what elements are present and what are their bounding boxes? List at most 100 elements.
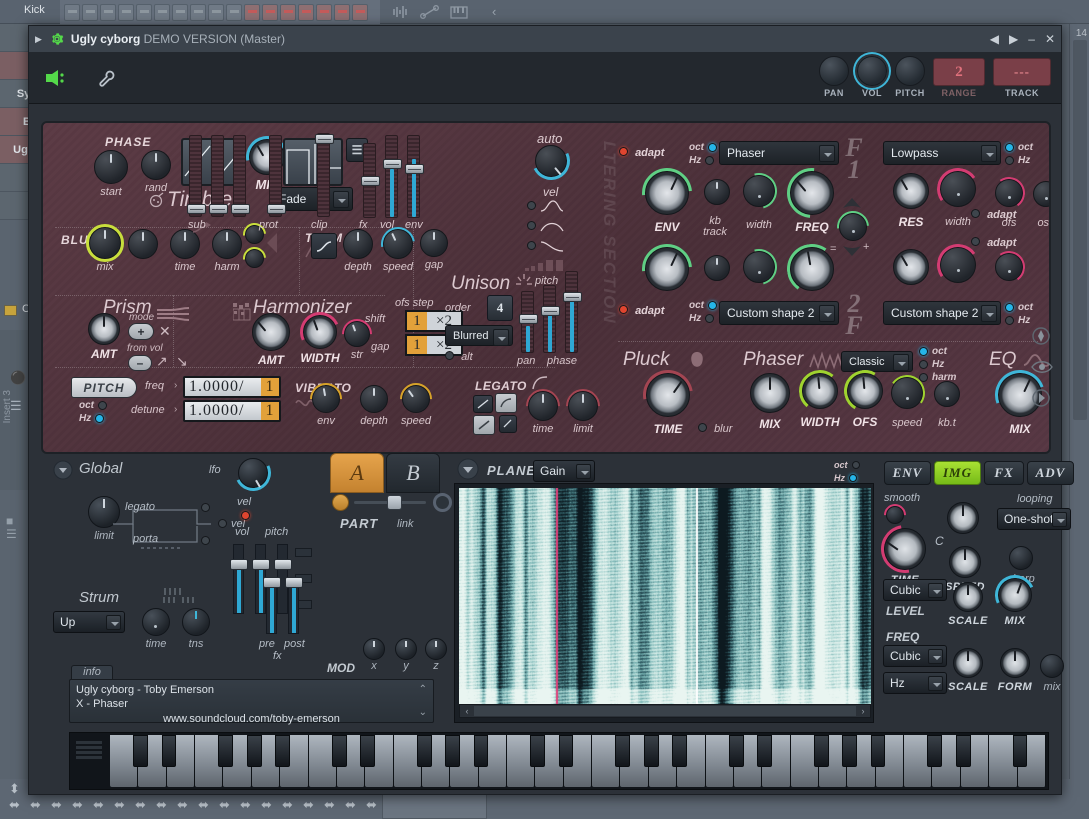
chevron-down-icon[interactable]: [928, 676, 943, 691]
vel-curve-row-2[interactable]: [527, 219, 565, 233]
filter-right-unit-radios-2[interactable]: oct Hz: [1005, 301, 1033, 327]
mixer-icon[interactable]: ⚫: [10, 370, 26, 386]
prism-mode-plus-button[interactable]: +: [128, 323, 154, 340]
pitch-knob-group[interactable]: PITCH: [895, 56, 925, 98]
unison-pan-slider[interactable]: [519, 291, 538, 353]
global-vel-mod-led[interactable]: [241, 511, 250, 523]
track-group[interactable]: --- TRACK: [993, 58, 1051, 98]
filter-ofs-knob-2[interactable]: [989, 248, 1029, 286]
black-key-1[interactable]: [161, 735, 177, 768]
black-key-18[interactable]: [842, 735, 858, 768]
unison-alt-toggle[interactable]: alt: [445, 351, 473, 363]
phaser-kbt-knob[interactable]: kb.t: [927, 381, 967, 429]
sub-slider-3[interactable]: [231, 135, 250, 217]
pattern-step-4[interactable]: [136, 4, 152, 21]
plane-collapse-button[interactable]: [457, 458, 479, 483]
pitch-oct-radio[interactable]: oct: [79, 399, 107, 412]
unison-alt-led[interactable]: [445, 351, 454, 360]
scroll-right-arrow[interactable]: ›: [856, 706, 870, 716]
black-key-22[interactable]: [1012, 735, 1028, 768]
post-fx-fader[interactable]: [285, 577, 303, 634]
pattern-step-0[interactable]: [64, 4, 80, 21]
info-scroll-up[interactable]: ⌃: [419, 683, 427, 697]
filter2-adapt-led[interactable]: [619, 305, 628, 314]
vol-knob[interactable]: [857, 56, 887, 86]
channel-name-kick[interactable]: Kick: [24, 4, 45, 16]
prev-preset-button[interactable]: ◀: [990, 32, 999, 46]
prism-from-vol-minus-button[interactable]: –: [128, 355, 152, 371]
filter-type-select[interactable]: Lowpass: [883, 141, 1001, 165]
fl-back-arrow[interactable]: ‹: [492, 4, 496, 19]
legato-mode-1[interactable]: [473, 395, 493, 413]
keyboard-keys[interactable]: [110, 735, 1046, 787]
prism-mode-x-button[interactable]: ✕: [159, 323, 171, 340]
filter1-shape-select[interactable]: Phaser: [719, 141, 839, 165]
filter-adapt-led-1[interactable]: [971, 209, 980, 218]
img-c-knob[interactable]: [942, 502, 984, 534]
chevron-down-icon[interactable]: [106, 615, 121, 630]
pitch-detune-caret[interactable]: ›: [174, 404, 177, 415]
pattern-step-15[interactable]: [334, 4, 350, 21]
chevron-down-icon[interactable]: [928, 583, 943, 598]
pluck-time-knob[interactable]: TIME: [633, 360, 703, 436]
pattern-step-8[interactable]: [208, 4, 224, 21]
auto-knob[interactable]: [526, 136, 576, 186]
automation-icon[interactable]: [420, 5, 440, 19]
unison-phase-slider-a[interactable]: [541, 285, 560, 353]
mixer-vol-arrow-13[interactable]: ⬌: [277, 797, 298, 813]
scroll-left-arrow[interactable]: ‹: [460, 706, 474, 716]
black-key-4[interactable]: [275, 735, 290, 768]
filter1-env-knob[interactable]: ENV: [631, 157, 703, 234]
chevron-down-icon[interactable]: [981, 145, 997, 162]
waveform-icon[interactable]: [392, 5, 410, 19]
global-porta-led[interactable]: [201, 536, 210, 548]
strum-mode-select[interactable]: Up: [53, 611, 125, 633]
mod-x-knob[interactable]: x: [359, 638, 389, 672]
part-led-knob[interactable]: [332, 494, 349, 511]
pluck-blur-toggle[interactable]: blur: [698, 423, 732, 435]
res-knob[interactable]: RES: [887, 173, 935, 229]
blur-time-knob-a[interactable]: [123, 229, 163, 259]
titlebar-expand-arrow[interactable]: ▶: [35, 34, 42, 45]
filter1-hz-radio[interactable]: Hz: [689, 154, 717, 167]
pre-fx-fader[interactable]: [263, 577, 281, 634]
black-key-19[interactable]: [870, 735, 886, 768]
pitch-detune-field[interactable]: 1.0000/ 1: [183, 400, 281, 422]
filter-link-down-icon[interactable]: [841, 243, 863, 257]
filter-adapt-led-2[interactable]: [971, 237, 980, 246]
global-vol-fader[interactable]: [230, 544, 248, 614]
black-key-15[interactable]: [728, 735, 744, 768]
timbre-wave-b[interactable]: [283, 138, 343, 186]
smooth-knob[interactable]: [879, 499, 911, 531]
pattern-step-5[interactable]: [154, 4, 170, 21]
mixer-vol-arrow-3[interactable]: ⬌: [67, 797, 88, 813]
black-key-13[interactable]: [643, 735, 659, 768]
blur-aux-knob-bottom[interactable]: [237, 242, 271, 275]
gear-icon[interactable]: [50, 32, 64, 46]
filter-right-hz-radio[interactable]: Hz: [1005, 154, 1033, 167]
phaser-oct-radio[interactable]: oct: [919, 345, 956, 358]
fl-vertical-scrollbar[interactable]: [1073, 40, 1087, 420]
tab-part-a[interactable]: A: [330, 453, 384, 493]
pattern-step-10[interactable]: [244, 4, 260, 21]
spectrogram-canvas[interactable]: [459, 488, 871, 704]
chevron-down-icon[interactable]: [819, 305, 835, 322]
plane-select[interactable]: Gain: [533, 460, 595, 482]
side-next-icon[interactable]: [1031, 388, 1055, 411]
phase-start-knob[interactable]: start: [87, 150, 135, 198]
form-knob[interactable]: FORM: [991, 648, 1039, 693]
pitch-tag[interactable]: PITCH: [71, 377, 137, 398]
unit-select[interactable]: Hz: [883, 672, 947, 694]
looping-select[interactable]: One-shot: [997, 508, 1071, 530]
chevron-down-icon[interactable]: [819, 145, 835, 162]
black-key-8[interactable]: [445, 735, 461, 768]
chevron-down-icon[interactable]: [981, 305, 997, 322]
filter-link-knob[interactable]: [830, 204, 876, 250]
range-value[interactable]: 2: [933, 58, 985, 86]
filter-right-oct-radio-2[interactable]: oct: [1005, 301, 1033, 314]
unison-order-value[interactable]: 4: [487, 295, 513, 321]
chevron-down-icon[interactable]: [893, 354, 909, 371]
pattern-step-9[interactable]: [226, 4, 242, 21]
pitch-knob[interactable]: [895, 56, 925, 86]
pattern-step-3[interactable]: [118, 4, 134, 21]
